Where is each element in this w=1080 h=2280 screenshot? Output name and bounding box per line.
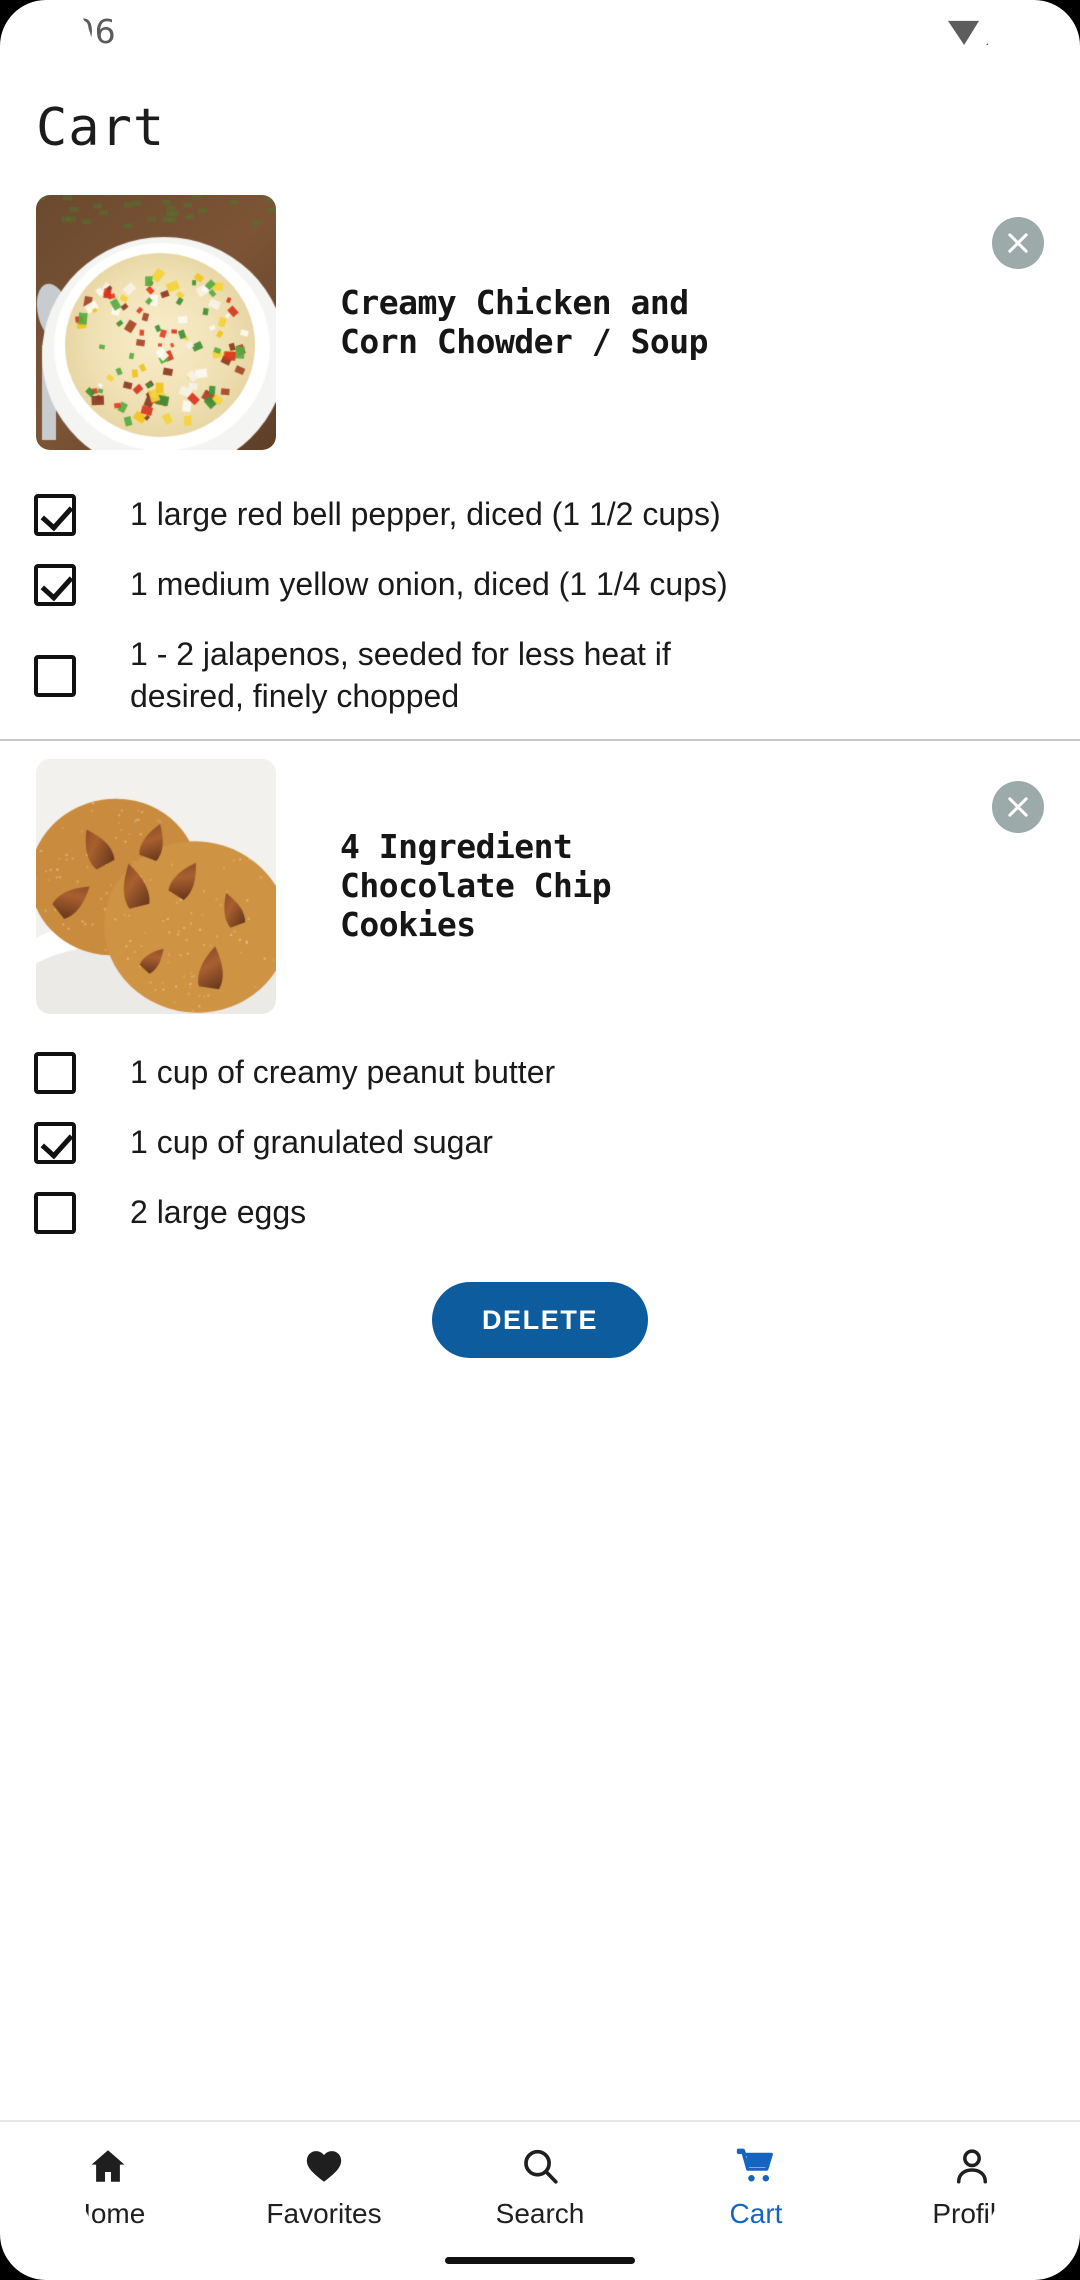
ingredient-row[interactable]: 1 - 2 jalapenos, seeded for less heat if…: [0, 620, 1080, 731]
gesture-bar: [445, 2257, 635, 2264]
ingredient-checkbox[interactable]: [34, 564, 76, 606]
person-icon: [951, 2144, 993, 2188]
home-icon: [87, 2144, 129, 2188]
ingredient-label: 1 cup of granulated sugar: [130, 1124, 493, 1161]
heart-icon: [303, 2144, 345, 2188]
delete-button-container: DELETE: [0, 1282, 1080, 1359]
soup-thumbnail[interactable]: [36, 195, 276, 450]
cart-item-soup: Creamy Chicken and Corn Chowder / Soup 1…: [0, 195, 1080, 742]
app-screen: 3:06 Cart Creamy Chicken and Corn Chowde…: [0, 0, 1080, 2280]
ingredient-row[interactable]: 2 large eggs: [0, 1178, 1080, 1248]
cart-icon: [735, 2144, 777, 2188]
corner-mask: [0, 2188, 92, 2280]
nav-item-favorites[interactable]: Favorites: [216, 2144, 432, 2230]
ingredient-label: 1 large red bell pepper, diced (1 1/2 cu…: [130, 496, 721, 533]
close-icon: [1008, 233, 1028, 253]
ingredient-checkbox[interactable]: [34, 1192, 76, 1235]
recipe-title: Creamy Chicken and Corn Chowder / Soup: [340, 282, 709, 361]
recipe-title: 4 Ingredient Chocolate Chip Cookies: [340, 827, 612, 945]
cookies-thumbnail[interactable]: [36, 759, 276, 1015]
ingredient-checkbox[interactable]: [34, 1052, 76, 1095]
ingredient-label: 1 cup of creamy peanut butter: [130, 1054, 556, 1091]
ingredient-label: 1 - 2 jalapenos, seeded for less heat if…: [130, 636, 671, 714]
ingredient-checkbox[interactable]: [34, 654, 76, 697]
bottom-navigation: Home Favorites Search Cart Profile: [0, 2120, 1080, 2280]
nav-label: Favorites: [266, 2198, 382, 2229]
cart-list: Creamy Chicken and Corn Chowder / Soup 1…: [0, 195, 1080, 1420]
ingredient-row[interactable]: 1 large red bell pepper, diced (1 1/2 cu…: [0, 480, 1080, 550]
ingredient-row[interactable]: 1 medium yellow onion, diced (1 1/4 cups…: [0, 550, 1080, 620]
corner-mask: [0, 0, 92, 92]
nav-label: Search: [495, 2198, 585, 2229]
section-divider: [0, 739, 1080, 742]
wifi-icon: [948, 20, 979, 45]
status-bar: 3:06: [0, 0, 1080, 62]
ingredient-row[interactable]: 1 cup of creamy peanut butter: [0, 1038, 1080, 1108]
remove-recipe-button[interactable]: [992, 781, 1044, 834]
ingredient-label: 1 medium yellow onion, diced (1 1/4 cups…: [130, 566, 728, 603]
ingredient-label: 2 large eggs: [130, 1194, 307, 1231]
search-icon: [519, 2144, 561, 2188]
ingredient-list: 1 cup of creamy peanut butter 1 cup of g…: [0, 1038, 1080, 1248]
corner-mask: [988, 2188, 1080, 2280]
remove-recipe-button[interactable]: [992, 217, 1044, 269]
nav-item-search[interactable]: Search: [432, 2144, 648, 2230]
cart-item-cookies: 4 Ingredient Chocolate Chip Cookies 1 cu…: [0, 759, 1080, 1248]
recipe-header: Creamy Chicken and Corn Chowder / Soup: [0, 195, 1080, 450]
nav-item-cart[interactable]: Cart: [648, 2144, 864, 2230]
delete-button[interactable]: DELETE: [432, 1282, 648, 1359]
ingredient-list: 1 large red bell pepper, diced (1 1/2 cu…: [0, 480, 1080, 731]
corner-mask: [988, 0, 1080, 92]
ingredient-row[interactable]: 1 cup of granulated sugar: [0, 1108, 1080, 1178]
ingredient-checkbox[interactable]: [34, 494, 76, 536]
close-icon: [1008, 797, 1028, 817]
recipe-header: 4 Ingredient Chocolate Chip Cookies: [0, 759, 1080, 1015]
nav-label: Cart: [729, 2198, 783, 2229]
ingredient-checkbox[interactable]: [34, 1122, 76, 1165]
page-title: Cart: [36, 98, 166, 158]
